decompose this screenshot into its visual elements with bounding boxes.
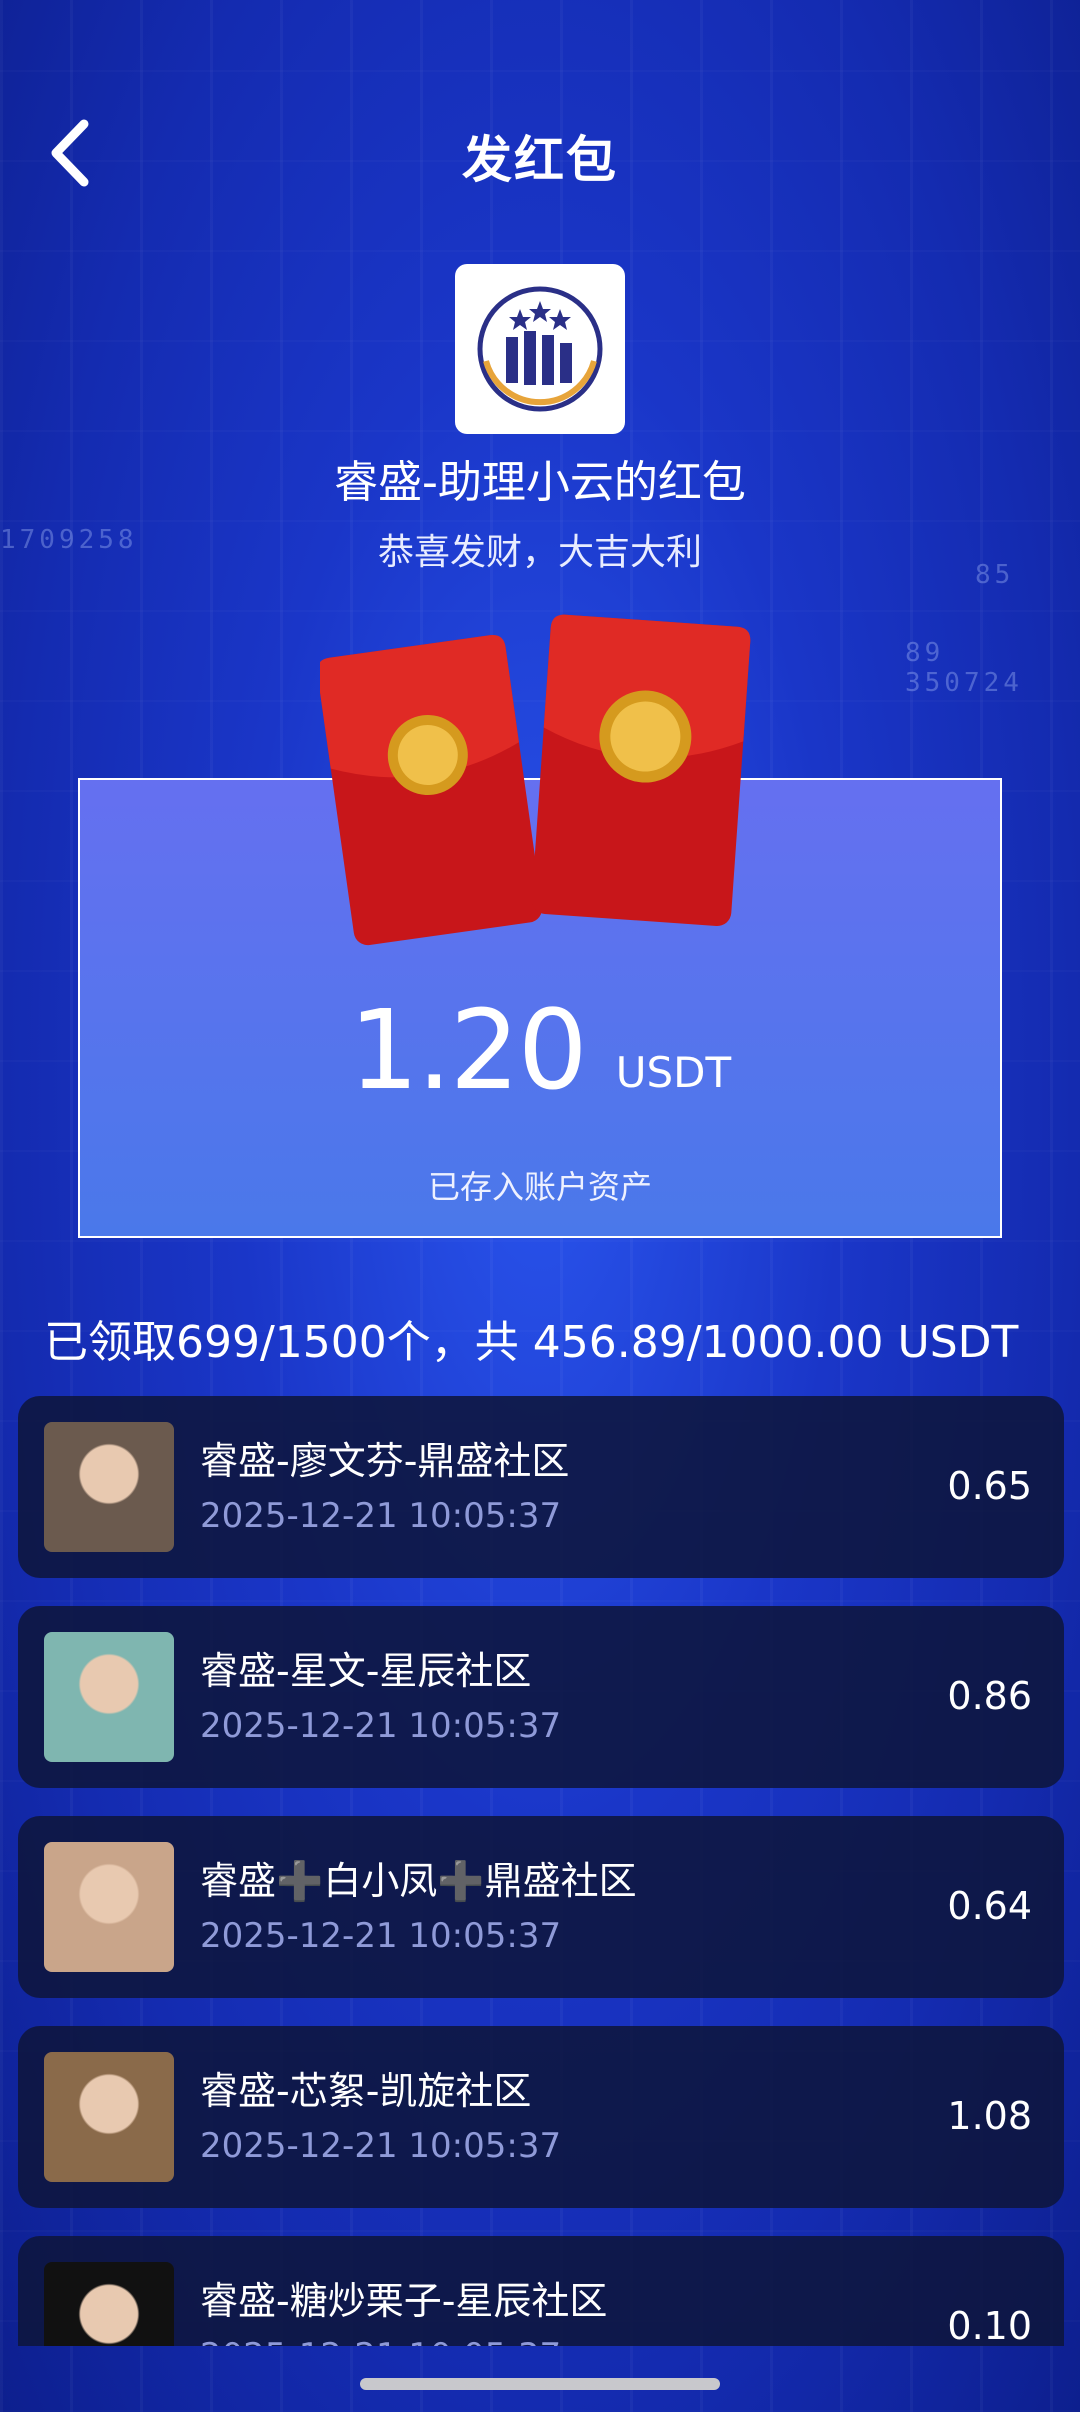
avatar xyxy=(44,1632,174,1762)
sender-logo xyxy=(455,264,625,434)
record-time: 2025-12-21 10:05:37 xyxy=(200,2336,561,2346)
record-time: 2025-12-21 10:05:37 xyxy=(200,1706,562,1746)
record-name: 睿盛-芯絮-凯旋社区 xyxy=(200,2069,532,2113)
claim-records-list[interactable]: 睿盛-廖文芬-鼎盛社区 2025-12-21 10:05:37 0.65 睿盛-… xyxy=(18,1396,1064,2346)
building-stars-icon xyxy=(477,286,603,412)
sender-name: 睿盛-助理小云的红包 xyxy=(334,457,746,508)
home-indicator[interactable] xyxy=(360,2378,720,2390)
record-name: 睿盛➕白小凤➕鼎盛社区 xyxy=(200,1859,637,1903)
amount-row: 1.20 USDT xyxy=(0,995,1080,1105)
avatar xyxy=(44,1422,174,1552)
record-amount: 0.65 xyxy=(947,1464,1032,1508)
record-amount: 0.64 xyxy=(947,1884,1032,1928)
record-time: 2025-12-21 10:05:37 xyxy=(200,1496,562,1536)
record-amount: 0.86 xyxy=(947,1674,1032,1718)
list-item[interactable]: 睿盛➕白小凤➕鼎盛社区 2025-12-21 10:05:37 0.64 xyxy=(18,1816,1064,1998)
claim-summary: 已领取699/1500个，共 456.89/1000.00 USDT xyxy=(44,1317,1019,1368)
record-time: 2025-12-21 10:05:37 xyxy=(200,1916,562,1956)
background-digits: 89 350724 xyxy=(905,638,1023,698)
list-item[interactable]: 睿盛-糖炒栗子-星辰社区 2025-12-21 10:05:37 0.10 xyxy=(18,2236,1064,2346)
red-envelope-icon xyxy=(320,614,751,946)
greeting-text: 恭喜发财，大吉大利 xyxy=(377,532,702,573)
list-item[interactable]: 睿盛-廖文芬-鼎盛社区 2025-12-21 10:05:37 0.65 xyxy=(18,1396,1064,1578)
record-amount: 0.10 xyxy=(947,2304,1032,2346)
record-amount: 1.08 xyxy=(947,2094,1032,2138)
amount-unit: USDT xyxy=(615,1048,732,1097)
list-item[interactable]: 睿盛-星文-星辰社区 2025-12-21 10:05:37 0.86 xyxy=(18,1606,1064,1788)
record-name: 睿盛-廖文芬-鼎盛社区 xyxy=(200,1439,570,1483)
avatar xyxy=(44,2262,174,2346)
record-name: 睿盛-星文-星辰社区 xyxy=(200,1649,532,1693)
record-time: 2025-12-21 10:05:37 xyxy=(200,2126,562,2166)
avatar xyxy=(44,2052,174,2182)
stored-status: 已存入账户资产 xyxy=(427,1168,652,1206)
record-name: 睿盛-糖炒栗子-星辰社区 xyxy=(200,2279,608,2323)
avatar xyxy=(44,1842,174,1972)
received-amount: 1.20 xyxy=(348,986,588,1114)
list-item[interactable]: 睿盛-芯絮-凯旋社区 2025-12-21 10:05:37 1.08 xyxy=(18,2026,1064,2208)
page-title: 发红包 xyxy=(462,131,618,189)
